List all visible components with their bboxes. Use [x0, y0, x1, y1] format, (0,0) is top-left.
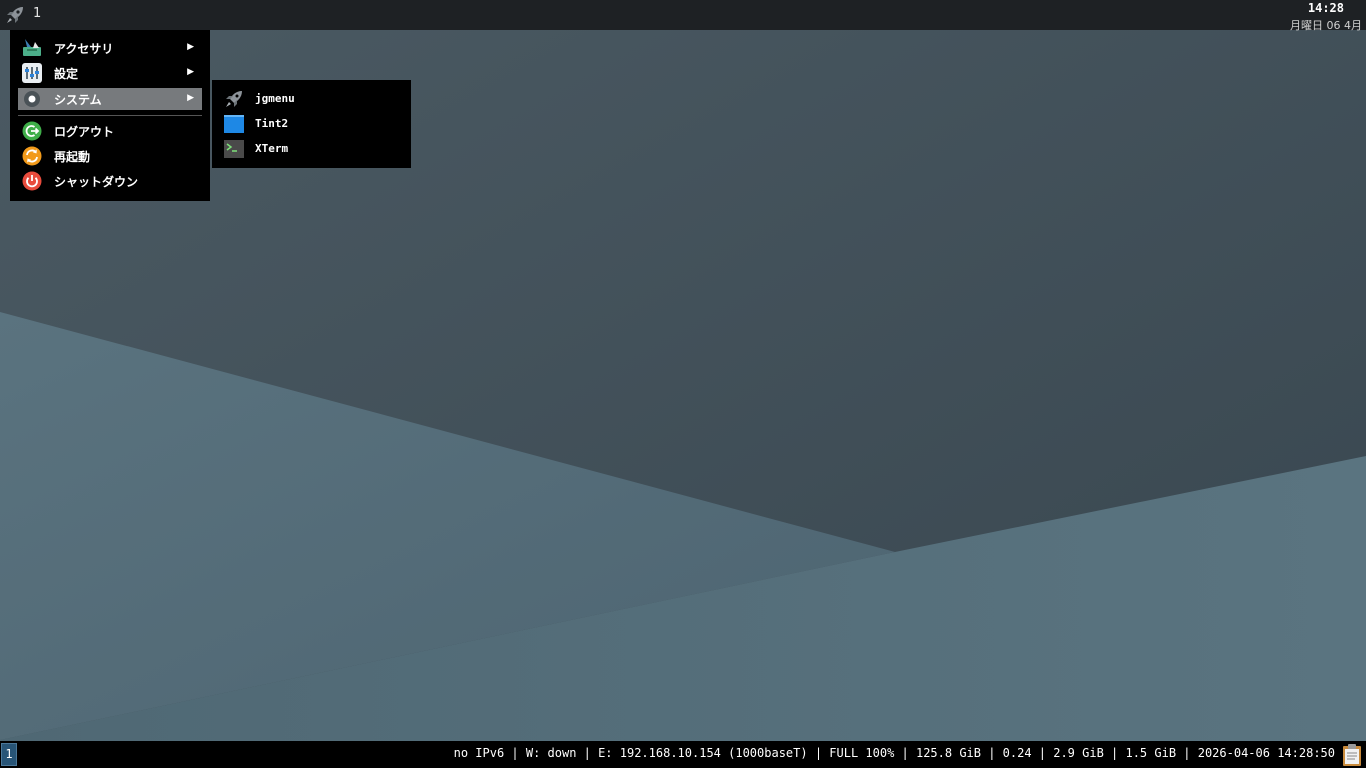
shutdown-icon [22, 171, 42, 191]
logout-icon [22, 121, 42, 141]
terminal-icon [224, 140, 244, 158]
workspace-button[interactable]: 1 [1, 743, 17, 766]
clipboard-icon[interactable] [1340, 743, 1364, 767]
menu-item-label: 設定 [54, 67, 79, 81]
submenu-arrow-icon: ▶ [187, 67, 194, 77]
status-text: no IPv6 | W: down | E: 192.168.10.154 (1… [453, 746, 1335, 760]
submenu-arrow-icon: ▶ [187, 93, 194, 103]
menu-item-system[interactable]: システム ▶ [18, 88, 202, 110]
submenu-item-label: Tint2 [255, 117, 289, 130]
accessories-icon [23, 39, 41, 56]
status-bar: 1 no IPv6 | W: down | E: 192.168.10.154 … [0, 741, 1366, 768]
clock-date: 月曜日 06 4月 [1290, 19, 1362, 32]
menu-item-label: 再起動 [54, 150, 91, 164]
submenu-item-tint2[interactable]: Tint2 [220, 112, 404, 136]
menu-separator [18, 115, 202, 116]
submenu-item-label: jgmenu [255, 92, 295, 105]
menu-item-reboot[interactable]: 再起動 [18, 145, 202, 167]
tint2-icon [224, 115, 244, 133]
menu-item-label: システム [54, 93, 102, 107]
menu-item-shutdown[interactable]: シャットダウン [18, 170, 202, 192]
system-icon [24, 91, 40, 107]
submenu-item-xterm[interactable]: XTerm [220, 137, 404, 161]
rocket-icon[interactable] [4, 4, 26, 26]
clock-time: 14:28 [1307, 1, 1344, 15]
menu-item-logout[interactable]: ログアウト [18, 120, 202, 142]
submenu-arrow-icon: ▶ [187, 42, 194, 52]
menu-item-accessories[interactable]: アクセサリ ▶ [18, 37, 202, 59]
submenu-item-jgmenu[interactable]: jgmenu [220, 87, 404, 111]
workspace-indicator[interactable]: 1 [33, 6, 41, 21]
top-panel: 1 14:28 月曜日 06 4月 [0, 0, 1366, 32]
menu-item-label: シャットダウン [54, 175, 139, 189]
system-submenu: jgmenu Tint2 XTerm [212, 80, 411, 168]
menu-item-settings[interactable]: 設定 ▶ [18, 62, 202, 84]
menu-item-label: アクセサリ [54, 42, 114, 56]
menu-item-label: ログアウト [54, 125, 115, 139]
reboot-icon [22, 146, 42, 166]
submenu-item-label: XTerm [255, 142, 289, 155]
settings-icon [22, 63, 42, 83]
application-menu: アクセサリ ▶ 設定 ▶ システム ▶ ログアウト 再起動 シャットダウン [10, 30, 210, 201]
rocket-icon [226, 91, 242, 107]
